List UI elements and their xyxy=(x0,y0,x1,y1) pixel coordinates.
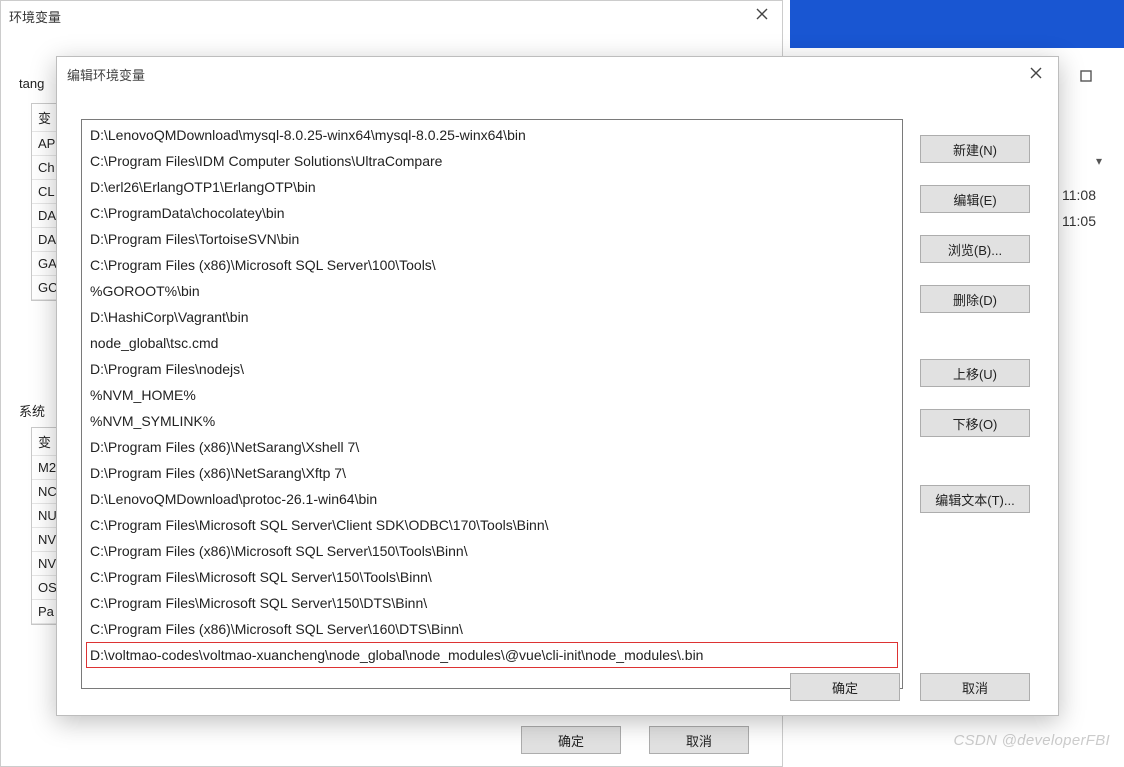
titlebar-strip xyxy=(790,0,1124,48)
list-item[interactable]: D:\erl26\ErlangOTP1\ErlangOTP\bin xyxy=(82,174,902,200)
list-item[interactable]: D:\HashiCorp\Vagrant\bin xyxy=(82,304,902,330)
list-item[interactable]: C:\Program Files\Microsoft SQL Server\15… xyxy=(82,564,902,590)
edit-text-button[interactable]: 编辑文本(T)... xyxy=(920,485,1030,513)
chevron-down-icon[interactable]: ▾ xyxy=(1096,154,1102,168)
maximize-icon[interactable] xyxy=(1066,60,1106,92)
list-item[interactable]: C:\Program Files (x86)\Microsoft SQL Ser… xyxy=(82,616,902,642)
browse-button[interactable]: 浏览(B)... xyxy=(920,235,1030,263)
close-icon[interactable] xyxy=(748,3,776,25)
list-item[interactable]: D:\Program Files (x86)\NetSarang\Xshell … xyxy=(82,434,902,460)
list-item[interactable]: D:\LenovoQMDownload\mysql-8.0.25-winx64\… xyxy=(82,122,902,148)
move-up-button[interactable]: 上移(U) xyxy=(920,359,1030,387)
list-item[interactable]: D:\Program Files\TortoiseSVN\bin xyxy=(82,226,902,252)
path-listbox[interactable]: D:\LenovoQMDownload\mysql-8.0.25-winx64\… xyxy=(81,119,903,689)
new-button[interactable]: 新建(N) xyxy=(920,135,1030,163)
close-icon[interactable] xyxy=(1020,61,1052,85)
user-vars-label: tang xyxy=(19,76,44,91)
time-label: 11:05 xyxy=(1062,213,1096,229)
list-item[interactable]: D:\Program Files\nodejs\ xyxy=(82,356,902,382)
dialog-title: 编辑环境变量 xyxy=(67,65,145,84)
list-item[interactable]: D:\voltmao-codes\voltmao-xuancheng\node_… xyxy=(86,642,898,668)
list-item[interactable]: %GOROOT%\bin xyxy=(82,278,902,304)
list-item[interactable]: C:\Program Files (x86)\Microsoft SQL Ser… xyxy=(82,252,902,278)
list-item[interactable]: D:\LenovoQMDownload\protoc-26.1-win64\bi… xyxy=(82,486,902,512)
cancel-button[interactable]: 取消 xyxy=(920,673,1030,701)
ok-button[interactable]: 确定 xyxy=(521,726,621,754)
cancel-button[interactable]: 取消 xyxy=(649,726,749,754)
list-item[interactable]: node_global\tsc.cmd xyxy=(82,330,902,356)
list-item[interactable]: C:\ProgramData\chocolatey\bin xyxy=(82,200,902,226)
move-down-button[interactable]: 下移(O) xyxy=(920,409,1030,437)
edit-env-var-dialog: 编辑环境变量 D:\LenovoQMDownload\mysql-8.0.25-… xyxy=(56,56,1059,716)
edit-button[interactable]: 编辑(E) xyxy=(920,185,1030,213)
system-vars-label: 系统 xyxy=(19,401,45,420)
list-item[interactable]: %NVM_HOME% xyxy=(82,382,902,408)
parent-title: 环境变量 xyxy=(9,7,61,26)
list-item[interactable]: C:\Program Files\Microsoft SQL Server\15… xyxy=(82,590,902,616)
list-item[interactable]: C:\Program Files\IDM Computer Solutions\… xyxy=(82,148,902,174)
delete-button[interactable]: 删除(D) xyxy=(920,285,1030,313)
list-item[interactable]: C:\Program Files (x86)\Microsoft SQL Ser… xyxy=(82,538,902,564)
list-item[interactable]: %NVM_SYMLINK% xyxy=(82,408,902,434)
time-label: 11:08 xyxy=(1062,187,1096,203)
list-item[interactable]: D:\Program Files (x86)\NetSarang\Xftp 7\ xyxy=(82,460,902,486)
list-item[interactable]: C:\Program Files\Microsoft SQL Server\Cl… xyxy=(82,512,902,538)
ok-button[interactable]: 确定 xyxy=(790,673,900,701)
